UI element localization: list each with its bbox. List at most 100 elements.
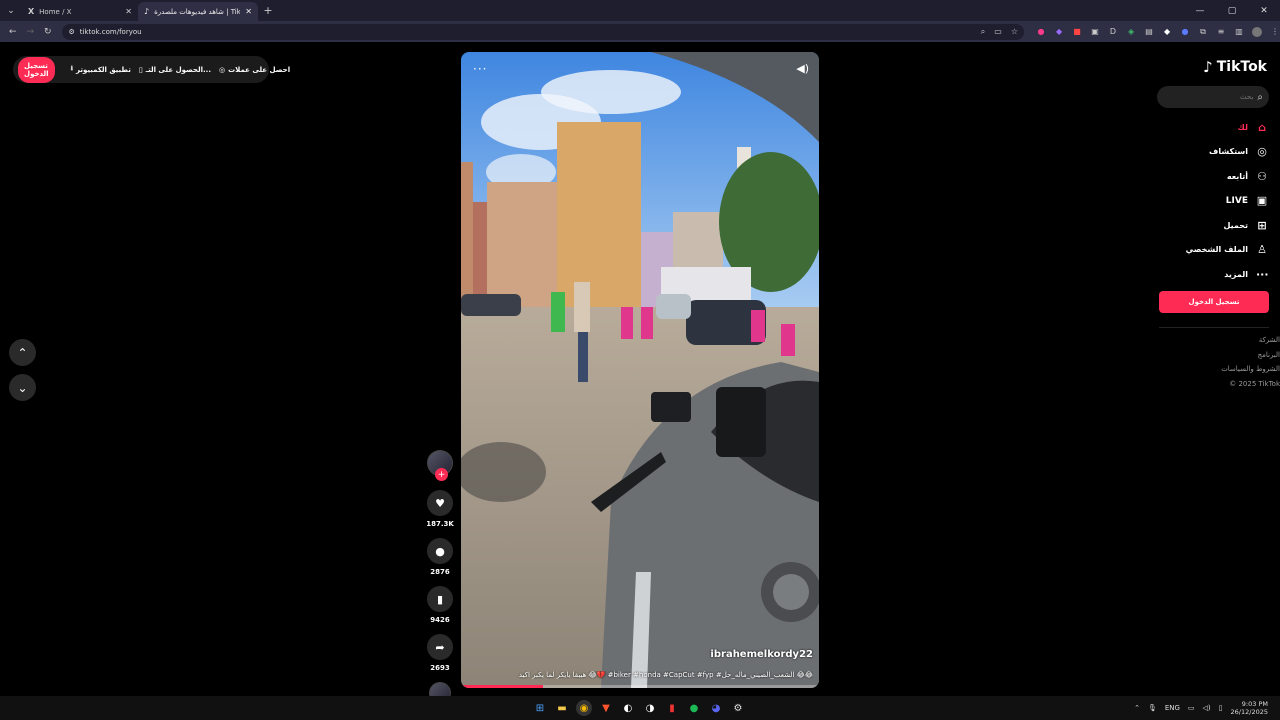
browser-menu-icon[interactable]: ⋮ — [1270, 27, 1280, 37]
sidebar-item-explore[interactable]: استكشاف ◎ — [1160, 140, 1270, 165]
extension-icon[interactable]: ■ — [1072, 27, 1082, 37]
network-icon[interactable]: ▭ — [1188, 704, 1195, 712]
more-icon: ··· — [1256, 267, 1269, 281]
sidebar-item-for-you[interactable]: لك ⌂ — [1160, 115, 1270, 140]
sidebar-item-following[interactable]: أتابعه ⚇ — [1160, 164, 1270, 189]
tiktok-logo[interactable]: ♪ TikTok — [1203, 58, 1267, 76]
system-tray: ⌃ 🎙 ENG ▭ ◁) ▯ 9:03 PM 26/12/2025 — [1134, 696, 1268, 720]
desktop-app-button[interactable]: ⭳ تطبيق الكمبيوتر — [71, 64, 131, 75]
tiktok-note-icon: ♪ — [1203, 58, 1213, 76]
upload-icon: ⊞ — [1257, 218, 1267, 232]
battery-icon[interactable]: ▯ — [1219, 704, 1223, 712]
sidebar-icon[interactable]: ▥ — [1234, 27, 1244, 37]
app-icon[interactable]: ⚙ — [730, 700, 746, 716]
extension-icon[interactable]: ▣ — [1090, 27, 1100, 37]
app-icon[interactable]: ◑ — [642, 700, 658, 716]
follow-plus-icon[interactable]: + — [435, 468, 448, 481]
tab-tiktok[interactable]: ♪ شاهد فيديوهات ملصدرة | Tik... ✕ — [138, 2, 258, 21]
extension-icon[interactable]: D — [1108, 27, 1118, 37]
profile-avatar-icon[interactable] — [1252, 26, 1263, 37]
login-button[interactable]: تسجيل الدخول — [18, 56, 55, 83]
video-actions: + ♥ 187.3K ● 2876 ▮ 9426 ➦ 2693 — [425, 450, 455, 704]
file-explorer-icon[interactable]: ▬ — [554, 700, 570, 716]
microphone-icon[interactable]: 🎙 — [1148, 704, 1157, 712]
speaker-icon[interactable]: ◁) — [1203, 704, 1211, 712]
back-button[interactable]: ← — [4, 27, 21, 37]
sidebar-item-label: تحميل — [1223, 220, 1248, 230]
sidebar-nav: لك ⌂ استكشاف ◎ أتابعه ⚇ LIVE ▣ تحميل ⊞ ا… — [1160, 115, 1270, 287]
like-button[interactable]: ♥ — [427, 490, 453, 516]
spotify-icon[interactable]: ● — [686, 700, 702, 716]
get-coins-button[interactable]: ◎ احصل على عملات — [219, 66, 290, 74]
footer-link-program[interactable]: البرنامج — [1160, 351, 1280, 366]
previous-video-button[interactable]: ⌃ — [9, 339, 36, 366]
brave-icon[interactable]: ▼ — [598, 700, 614, 716]
video-player[interactable]: ··· ◀) ibrahemelkordy22 هيبقا بايكر لما … — [461, 52, 819, 688]
volume-icon[interactable]: ◀) — [796, 62, 809, 75]
discord-icon[interactable]: ◕ — [708, 700, 724, 716]
reload-button[interactable]: ↻ — [39, 27, 56, 37]
next-video-button[interactable]: ⌄ — [9, 374, 36, 401]
clock[interactable]: 9:03 PM 26/12/2025 — [1231, 700, 1268, 716]
app-icon[interactable]: ◐ — [620, 700, 636, 716]
search-icon[interactable]: ⌕ — [1257, 92, 1263, 103]
sidebar-item-label: لك — [1237, 122, 1248, 132]
x-logo-icon: X — [28, 7, 35, 16]
forward-button[interactable]: → — [21, 27, 38, 37]
tab-x[interactable]: X Home / X ✕ — [22, 2, 138, 21]
tray-chevron-up-icon[interactable]: ⌃ — [1134, 704, 1140, 712]
tab-title: شاهد فيديوهات ملصدرة | Tik... — [154, 7, 241, 16]
save-button[interactable]: ▮ — [427, 586, 453, 612]
maximize-button[interactable]: ▢ — [1216, 0, 1248, 21]
windows-start-icon[interactable]: ⊞ — [532, 700, 548, 716]
app-icon[interactable]: ▮ — [664, 700, 680, 716]
footer-link-terms[interactable]: الشروط والسياسات — [1160, 365, 1280, 380]
share-count: 2693 — [430, 664, 450, 672]
close-icon[interactable]: ✕ — [245, 7, 252, 16]
extension-icon[interactable]: ◆ — [1162, 27, 1172, 37]
extensions-puzzle-icon[interactable]: ⧉ — [1198, 27, 1208, 37]
minimize-button[interactable]: — — [1184, 0, 1216, 21]
reading-list-icon[interactable]: ≡ — [1216, 27, 1226, 37]
share-button[interactable]: ➦ — [427, 634, 453, 660]
sidebar-item-label: استكشاف — [1209, 147, 1248, 157]
language-indicator[interactable]: ENG — [1165, 704, 1180, 712]
extension-icon[interactable]: ● — [1036, 27, 1046, 37]
search-input[interactable] — [1163, 93, 1254, 101]
sidebar-item-upload[interactable]: تحميل ⊞ — [1160, 213, 1270, 238]
share-arrow-icon: ➦ — [435, 640, 445, 654]
bookmark-star-icon[interactable]: ☆ — [1011, 27, 1018, 37]
comment-icon: ● — [435, 544, 445, 558]
sidebar-item-label: أتابعه — [1226, 171, 1248, 181]
tab-search-button[interactable]: ⌄ — [0, 0, 22, 21]
chrome-icon[interactable]: ◉ — [576, 700, 592, 716]
url-field[interactable]: ⚙ tiktok.com/foryou ⌕ ▭ ☆ — [62, 23, 1025, 40]
sidebar-item-profile[interactable]: الملف الشخصي ♙ — [1160, 238, 1270, 263]
video-progress-bar[interactable] — [461, 685, 819, 688]
search-bar: ⌕ — [1157, 86, 1269, 108]
sidebar-login-button[interactable]: تسجيل الدخول — [1159, 291, 1269, 313]
extension-icon[interactable]: ● — [1180, 27, 1190, 37]
site-info-icon[interactable]: ⚙ — [68, 28, 74, 36]
more-options-icon[interactable]: ··· — [473, 62, 487, 76]
footer-copyright: © 2025 TikTok — [1229, 379, 1280, 388]
comment-button[interactable]: ● — [427, 538, 453, 564]
extension-icon[interactable]: ◆ — [1054, 27, 1064, 37]
cast-icon[interactable]: ▭ — [994, 27, 1002, 37]
zoom-icon[interactable]: ⌕ — [981, 27, 985, 37]
close-icon[interactable]: ✕ — [125, 7, 132, 16]
top-actions-bar: تسجيل الدخول ⭳ تطبيق الكمبيوتر ▯ الحصول … — [13, 56, 290, 83]
sidebar-item-more[interactable]: المزيد ··· — [1160, 262, 1270, 287]
footer-link-company[interactable]: الشركة — [1160, 336, 1280, 351]
new-tab-button[interactable]: + — [258, 4, 278, 17]
video-author[interactable]: ibrahemelkordy22 — [710, 649, 813, 660]
author-avatar[interactable]: + — [427, 450, 453, 481]
compass-icon: ◎ — [1257, 145, 1267, 159]
extension-icon[interactable]: ◈ — [1126, 27, 1136, 37]
sidebar-item-live[interactable]: LIVE ▣ — [1160, 189, 1270, 214]
get-app-button[interactable]: ▯ الحصول على التـ... — [139, 66, 211, 74]
extension-icon[interactable]: ▤ — [1144, 27, 1154, 37]
like-count: 187.3K — [426, 520, 454, 528]
close-window-button[interactable]: ✕ — [1248, 0, 1280, 21]
clock-time: 9:03 PM — [1241, 700, 1268, 708]
